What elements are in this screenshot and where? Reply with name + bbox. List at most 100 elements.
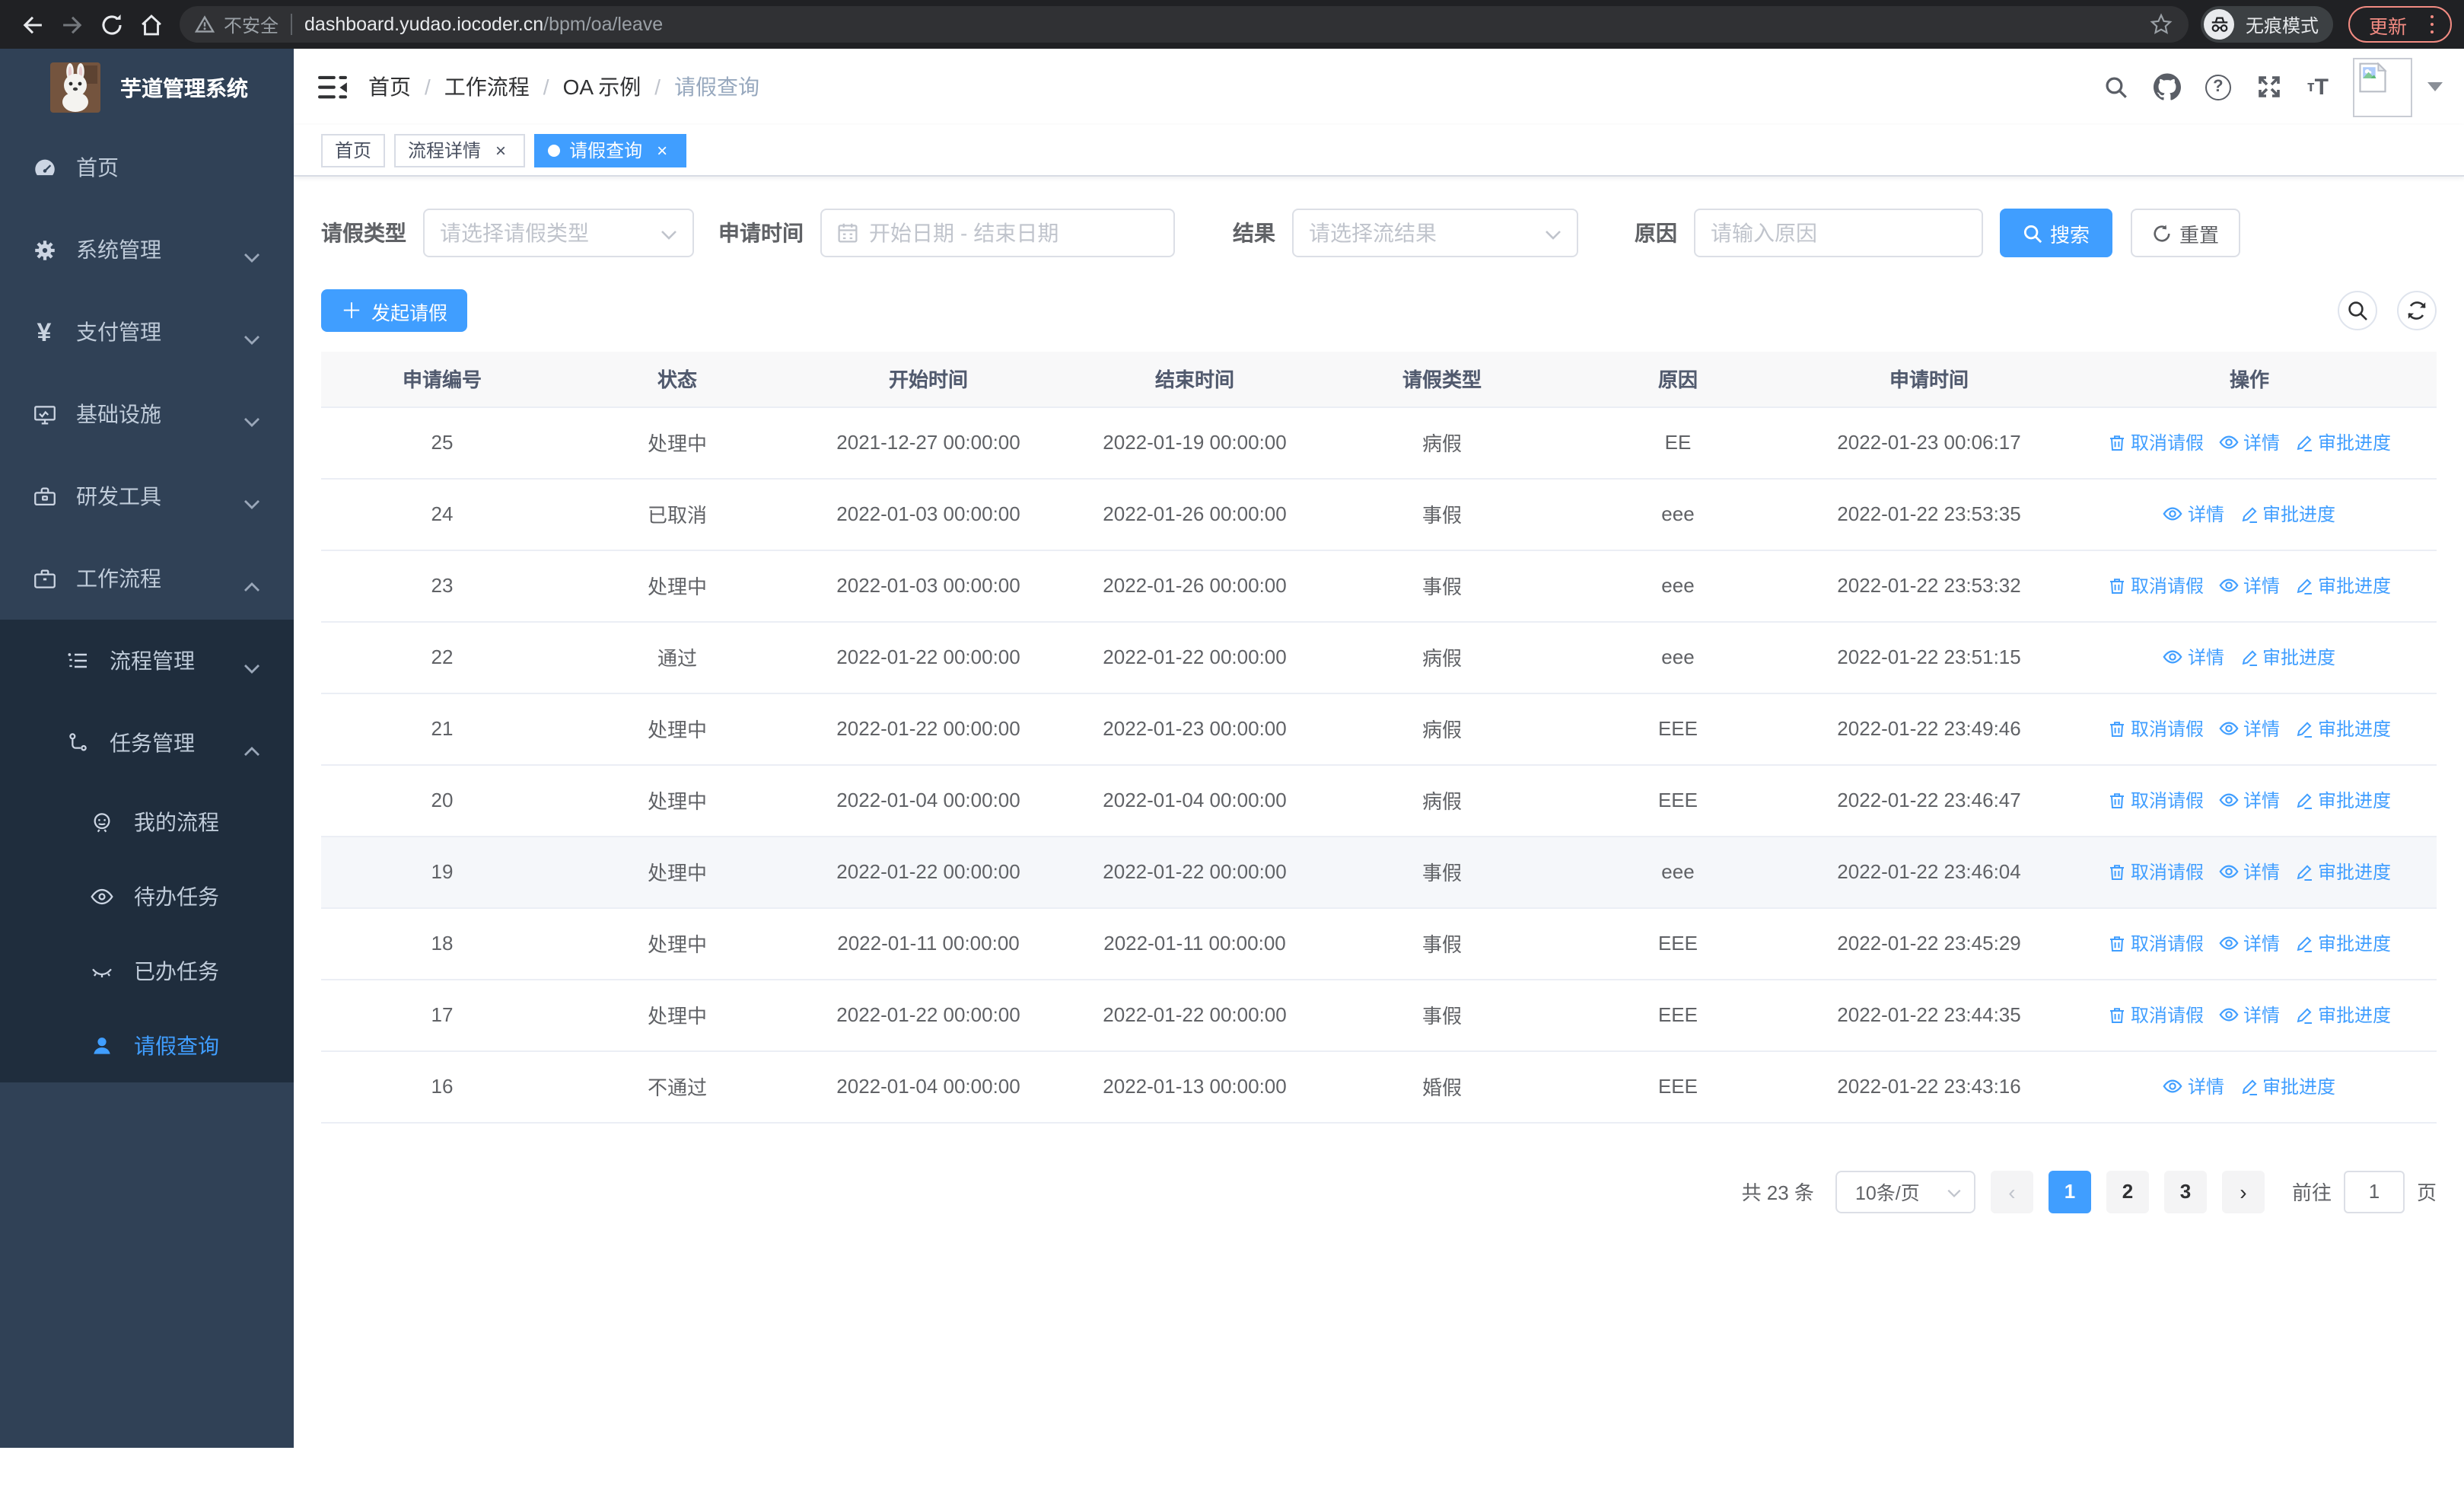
search-form: 请假类型 请选择请假类型 申请时间 开始日期 - 结束日期 结果 请选择流结果 … [321,209,2437,257]
detail-link[interactable]: 详情 [2219,715,2280,741]
cell-actions: 详情 审批进度 [2062,621,2437,693]
goto-label: 前往 [2291,1181,2332,1204]
detail-link[interactable]: 详情 [2163,643,2224,669]
sidebar-item-system[interactable]: 系统管理 [0,209,294,291]
leave-type-select[interactable]: 请选择请假类型 [423,209,694,257]
avatar[interactable] [2353,57,2412,116]
help-icon[interactable]: ? [2205,74,2231,100]
bookmark-star-icon[interactable] [2150,12,2174,37]
close-icon[interactable]: × [651,139,673,161]
create-leave-button[interactable]: ＋ 发起请假 [321,289,468,332]
close-icon[interactable]: × [490,139,511,161]
sidebar-collapse-icon[interactable] [317,72,347,102]
search-button[interactable]: 搜索 [2000,209,2113,257]
detail-link[interactable]: 详情 [2163,500,2224,526]
url-bar[interactable]: 不安全 dashboard.yudao.iocoder.cn/bpm/oa/le… [180,6,2189,43]
cell-reason: eee [1560,550,1796,622]
sidebar-item-task-mgmt[interactable]: 任务管理 [0,702,294,784]
reset-button[interactable]: 重置 [2131,209,2241,257]
breadcrumb: 首页 / 工作流程 / OA 示例 / 请假查询 [368,72,759,102]
fullscreen-icon[interactable] [2255,73,2283,100]
breadcrumb-oa-example[interactable]: OA 示例 [563,72,641,102]
page-button-3[interactable]: 3 [2163,1170,2207,1213]
cell-actions: 取消请假 详情 审批进度 [2062,979,2437,1051]
sidebar-item-done-tasks[interactable]: 已办任务 [0,933,294,1008]
sidebar-item-devtools[interactable]: 研发工具 [0,455,294,537]
cell-apply-time: 2022-01-22 23:43:16 [1796,1050,2062,1123]
reload-icon[interactable] [91,5,131,44]
cell-apply-time: 2022-01-22 23:49:46 [1796,693,2062,765]
col-end-time: 结束时间 [1065,352,1324,407]
app-logo[interactable]: 芋道管理系统 [0,49,294,126]
progress-link[interactable]: 审批进度 [2295,429,2391,455]
detail-link[interactable]: 详情 [2163,1073,2224,1098]
detail-link[interactable]: 详情 [2219,858,2280,884]
cancel-leave-link[interactable]: 取消请假 [2108,1002,2204,1028]
date-range-picker[interactable]: 开始日期 - 结束日期 [820,209,1175,257]
back-icon[interactable] [12,5,52,44]
tab-process-detail[interactable]: 流程详情 × [394,133,526,167]
chevron-down-icon[interactable] [2427,82,2443,91]
chevron-down-icon [244,244,260,268]
browser-update-button[interactable]: 更新 [2348,6,2452,43]
sidebar-item-leave-query[interactable]: 请假查询 [0,1008,294,1082]
eye-open-icon [88,882,116,910]
breadcrumb-workflow[interactable]: 工作流程 [444,72,530,102]
progress-link[interactable]: 审批进度 [2295,787,2391,813]
forward-icon[interactable] [52,5,91,44]
browser-menu-icon[interactable] [2422,14,2441,34]
result-select[interactable]: 请选择流结果 [1292,209,1578,257]
cell-end-time: 2022-01-22 00:00:00 [1065,621,1324,693]
progress-link[interactable]: 审批进度 [2295,1002,2391,1028]
detail-link[interactable]: 详情 [2219,929,2280,955]
sidebar-item-home[interactable]: 首页 [0,126,294,209]
home-icon[interactable] [131,5,170,44]
page-size-select[interactable]: 10条/页 [1835,1170,1975,1213]
cancel-leave-link[interactable]: 取消请假 [2108,930,2204,956]
reason-input[interactable] [1695,210,1982,256]
detail-link[interactable]: 详情 [2219,1001,2280,1027]
breadcrumb-home[interactable]: 首页 [368,72,411,102]
cell-apply-id: 18 [321,907,563,980]
sidebar-item-process-mgmt[interactable]: 流程管理 [0,620,294,702]
progress-link[interactable]: 审批进度 [2295,930,2391,956]
cell-apply-id: 21 [321,693,563,765]
page-button-1[interactable]: 1 [2048,1170,2091,1213]
cell-actions: 详情 审批进度 [2062,478,2437,550]
detail-link[interactable]: 详情 [2219,429,2280,454]
toggle-search-icon[interactable] [2338,291,2377,330]
detail-link[interactable]: 详情 [2219,786,2280,812]
sidebar-item-my-process[interactable]: 我的流程 [0,784,294,859]
next-page-icon[interactable]: › [2221,1170,2265,1213]
cancel-leave-link[interactable]: 取消请假 [2108,716,2204,741]
progress-link[interactable]: 审批进度 [2240,1073,2335,1099]
cancel-leave-link[interactable]: 取消请假 [2108,787,2204,813]
prev-page-icon[interactable]: ‹ [1990,1170,2033,1213]
cancel-leave-link[interactable]: 取消请假 [2108,572,2204,598]
cancel-leave-link[interactable]: 取消请假 [2108,859,2204,885]
progress-link[interactable]: 审批进度 [2240,501,2335,527]
goto-page-input[interactable] [2343,1170,2405,1213]
progress-link[interactable]: 审批进度 [2295,572,2391,598]
page-button-2[interactable]: 2 [2106,1170,2149,1213]
refresh-icon[interactable] [2397,291,2437,330]
font-size-icon[interactable]: тT [2307,74,2329,100]
tab-leave-query[interactable]: 请假查询 × [534,133,687,167]
cancel-leave-link[interactable]: 取消请假 [2108,429,2204,455]
security-label[interactable]: 不安全 [224,11,279,37]
sidebar-item-workflow[interactable]: 工作流程 [0,537,294,620]
sidebar-item-todo-tasks[interactable]: 待办任务 [0,859,294,933]
detail-link[interactable]: 详情 [2219,572,2280,598]
github-icon[interactable] [2153,73,2181,100]
sidebar-item-payment[interactable]: ¥ 支付管理 [0,291,294,373]
cell-apply-time: 2022-01-22 23:44:35 [1796,979,2062,1051]
sidebar-item-infrastructure[interactable]: 基础设施 [0,373,294,455]
progress-link[interactable]: 审批进度 [2295,859,2391,885]
result-label: 结果 [1233,221,1275,245]
tab-home[interactable]: 首页 [321,133,386,167]
cell-end-time: 2022-01-11 00:00:00 [1065,907,1324,980]
progress-link[interactable]: 审批进度 [2295,716,2391,741]
search-icon[interactable] [2103,74,2129,100]
incognito-badge: 无痕模式 [2201,6,2334,43]
progress-link[interactable]: 审批进度 [2240,644,2335,670]
